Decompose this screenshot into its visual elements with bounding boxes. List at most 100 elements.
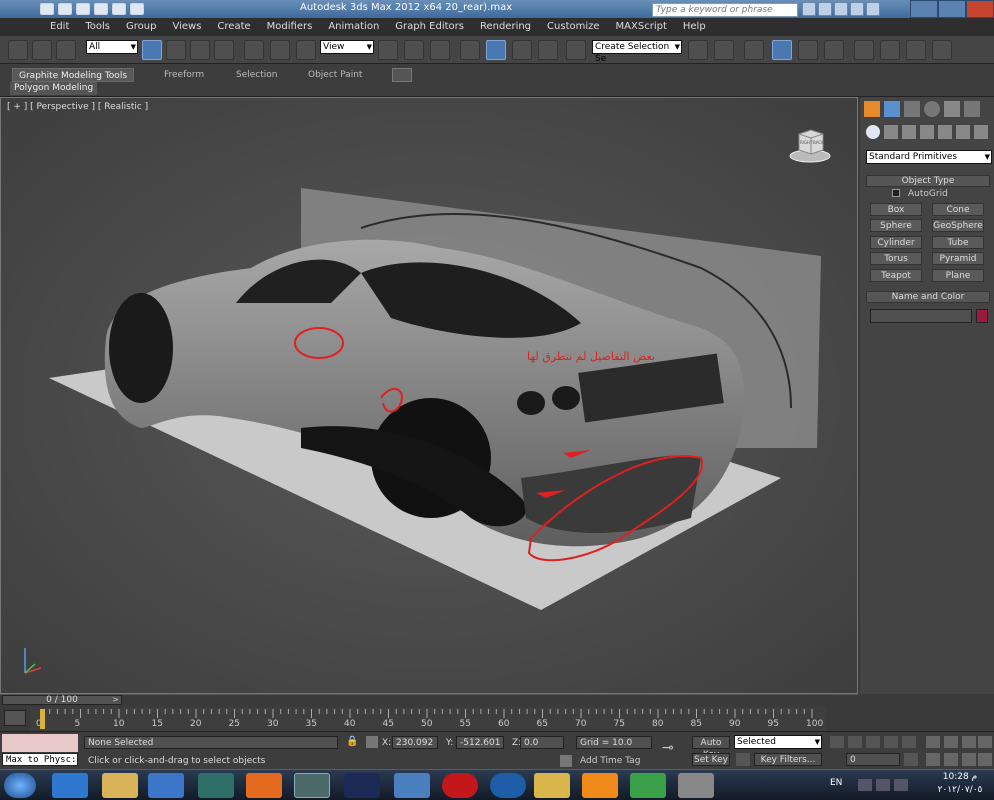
mini-curve-editor-icon[interactable] — [4, 710, 26, 726]
torus-button[interactable]: Torus — [870, 252, 922, 265]
orbit-icon[interactable] — [962, 753, 976, 766]
tab-graphite-modeling-tools[interactable]: Graphite Modeling Tools — [12, 68, 135, 82]
add-time-tag-label[interactable]: Add Time Tag — [580, 756, 640, 766]
time-slider[interactable]: 0 / 100 — [2, 695, 122, 705]
selection-filter-dropdown[interactable]: All — [86, 40, 138, 54]
rendered-frame-window-icon[interactable] — [906, 40, 926, 60]
play-icon[interactable] — [866, 736, 880, 748]
autogrid-checkbox[interactable] — [892, 189, 900, 197]
tab-selection[interactable]: Selection — [236, 68, 277, 82]
ribbon-options-icon[interactable] — [392, 68, 412, 82]
primitive-category-dropdown[interactable]: Standard Primitives — [866, 150, 992, 164]
maxscript-mini-listener[interactable] — [2, 734, 78, 752]
menu-tools[interactable]: Tools — [77, 18, 118, 36]
search-input[interactable]: Type a keyword or phrase — [652, 3, 798, 17]
window-crossing-icon[interactable] — [214, 40, 234, 60]
maximize-button[interactable] — [938, 0, 966, 18]
key-icon[interactable]: ⊸ — [662, 740, 686, 756]
search-icon[interactable] — [802, 2, 816, 16]
select-manipulate-icon[interactable] — [404, 40, 424, 60]
zoom-extents-all-icon[interactable] — [978, 736, 992, 748]
cameras-icon[interactable] — [920, 125, 934, 139]
menu-graph-editors[interactable]: Graph Editors — [387, 18, 472, 36]
modify-tab-icon[interactable] — [884, 101, 900, 117]
clock-time[interactable]: 10:28 م — [930, 772, 990, 782]
current-frame-field[interactable]: 0 — [846, 753, 900, 766]
tube-button[interactable]: Tube — [932, 236, 984, 249]
menu-animation[interactable]: Animation — [320, 18, 387, 36]
tab-object-paint[interactable]: Object Paint — [308, 68, 362, 82]
zoom-extents-icon[interactable] — [962, 736, 976, 748]
menu-group[interactable]: Group — [118, 18, 164, 36]
set-key-button[interactable]: Set Key — [692, 753, 730, 766]
pyramid-button[interactable]: Pyramid — [932, 252, 984, 265]
snaps-toggle-icon[interactable] — [460, 40, 480, 60]
help-icon[interactable] — [866, 2, 880, 16]
next-frame-icon[interactable] — [884, 736, 898, 748]
render-setup-icon[interactable] — [880, 40, 900, 60]
windows-explorer-icon[interactable] — [102, 773, 138, 798]
spinner-snap-icon[interactable] — [538, 40, 558, 60]
zoom-all-icon[interactable] — [944, 736, 958, 748]
absolute-mode-icon[interactable] — [366, 736, 378, 748]
menu-views[interactable]: Views — [164, 18, 209, 36]
favorites-icon[interactable] — [850, 2, 864, 16]
geosphere-button[interactable]: GeoSphere — [932, 219, 984, 232]
angle-snap-icon[interactable] — [486, 40, 506, 60]
menu-edit[interactable]: Edit — [42, 18, 77, 36]
y-coordinate-field[interactable]: -512.601 — [456, 736, 504, 749]
graphite-toggle-icon[interactable] — [772, 40, 792, 60]
teapot-button[interactable]: Teapot — [870, 269, 922, 282]
arrow-app-icon[interactable] — [630, 773, 666, 798]
media-player-icon[interactable] — [148, 773, 184, 798]
start-button[interactable] — [4, 773, 36, 798]
zoom-icon[interactable] — [926, 736, 940, 748]
maximize-viewport-icon[interactable] — [978, 753, 992, 766]
redo-icon[interactable] — [112, 3, 126, 15]
messenger-icon[interactable] — [490, 773, 526, 798]
subscription-icon[interactable] — [818, 2, 832, 16]
object-type-rollout[interactable]: Object Type — [866, 175, 990, 187]
systems-icon[interactable] — [974, 125, 988, 139]
selection-lock-icon[interactable]: 🔒 — [346, 736, 358, 748]
time-configuration-icon[interactable] — [904, 753, 918, 766]
percent-snap-icon[interactable] — [512, 40, 532, 60]
network-icon[interactable] — [876, 779, 890, 791]
box-button[interactable]: Box — [870, 203, 922, 216]
scale-icon[interactable] — [296, 40, 316, 60]
object-name-input[interactable] — [870, 309, 972, 323]
new-file-icon[interactable] — [40, 3, 54, 15]
internet-explorer-icon[interactable] — [52, 773, 88, 798]
reference-coordinate-dropdown[interactable]: View — [320, 40, 374, 54]
x-coordinate-field[interactable]: 230.092 — [392, 736, 438, 749]
bind-space-warp-icon[interactable] — [56, 40, 76, 60]
motion-tab-icon[interactable] — [924, 101, 940, 117]
field-of-view-icon[interactable] — [926, 753, 940, 766]
communication-icon[interactable] — [834, 2, 848, 16]
create-tab-icon[interactable] — [864, 101, 880, 117]
3dsmax-active-window-icon[interactable] — [294, 773, 330, 798]
utilities-tab-icon[interactable] — [964, 101, 980, 117]
select-object-icon[interactable] — [142, 40, 162, 60]
cylinder-button[interactable]: Cylinder — [870, 236, 922, 249]
language-indicator[interactable]: EN — [830, 778, 842, 788]
rotate-icon[interactable] — [270, 40, 290, 60]
time-slider-track[interactable] — [0, 694, 858, 706]
key-mode-dropdown[interactable]: Selected — [734, 735, 822, 749]
tray-chevron-icon[interactable] — [858, 779, 872, 791]
material-editor-icon[interactable] — [854, 40, 874, 60]
pan-icon[interactable] — [944, 753, 958, 766]
mirror-icon[interactable] — [688, 40, 708, 60]
plane-button[interactable]: Plane — [932, 269, 984, 282]
pivot-center-icon[interactable] — [378, 40, 398, 60]
previous-frame-icon[interactable] — [848, 736, 862, 748]
viewport-label[interactable]: [ + ] [ Perspective ] [ Realistic ] — [7, 102, 148, 112]
hierarchy-tab-icon[interactable] — [904, 101, 920, 117]
curve-editor-icon[interactable] — [798, 40, 818, 60]
opera-icon[interactable] — [442, 773, 478, 798]
object-color-swatch[interactable] — [976, 309, 988, 323]
menu-rendering[interactable]: Rendering — [472, 18, 539, 36]
windows-live-icon[interactable] — [394, 773, 430, 798]
firefox-icon[interactable] — [246, 773, 282, 798]
key-tangent-icon[interactable] — [736, 753, 750, 766]
